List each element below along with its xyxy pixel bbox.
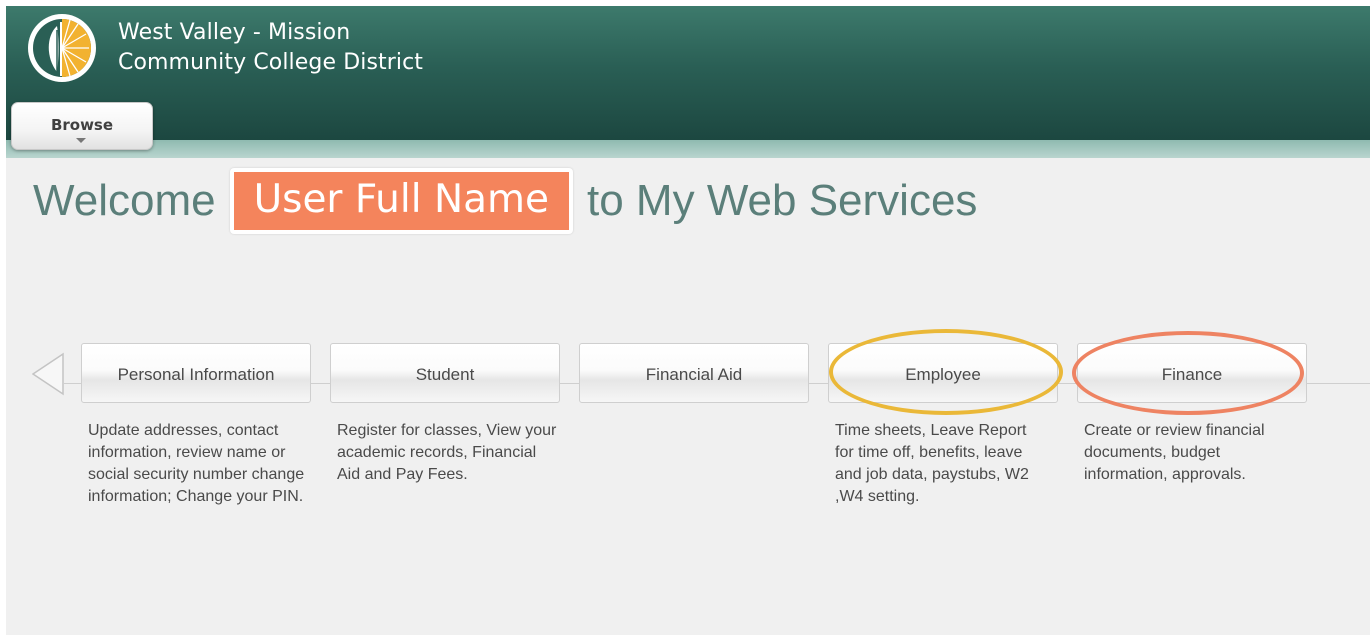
nav-finance-label: Finance [1161,365,1223,384]
nav-financial-aid-label: Financial Aid [645,365,743,384]
arrow-left-icon[interactable] [32,352,64,396]
nav-finance-button[interactable]: Finance [1077,343,1307,403]
browse-tab[interactable]: Browse [11,102,153,150]
nav-personal-information-button[interactable]: Personal Information [81,343,311,403]
student-description: Register for classes, View your academic… [337,422,557,483]
user-name-badge: User Full Name [229,168,574,234]
nav-employee-button[interactable]: Employee [828,343,1058,403]
employee-description: Time sheets, Leave Report for time off, … [835,422,1029,505]
chevron-down-icon [76,138,86,143]
welcome-prefix: Welcome [33,176,216,225]
personal-information-description: Update addresses, contact information, r… [88,422,305,505]
welcome-heading: Welcome User Full Name to My Web Service… [33,166,977,236]
header-band [6,140,1370,158]
nav-student-button[interactable]: Student [330,343,560,403]
nav-employee-label: Employee [905,365,981,384]
org-name-line2: Community College District [118,50,424,75]
nav-financial-aid-button[interactable]: Financial Aid [579,343,809,403]
org-name-line1: West Valley - Mission [118,20,351,45]
welcome-suffix: to My Web Services [587,176,978,225]
browse-tab-label: Browse [50,116,114,134]
nav-personal-information-label: Personal Information [117,365,275,384]
page-frame: West Valley - Mission Community College … [6,6,1370,635]
college-logo-icon [28,14,96,82]
site-header: West Valley - Mission Community College … [6,6,1370,140]
nav-student-label: Student [415,365,475,384]
finance-description: Create or review financial documents, bu… [1084,422,1265,483]
org-name: West Valley - Mission Community College … [118,18,423,78]
